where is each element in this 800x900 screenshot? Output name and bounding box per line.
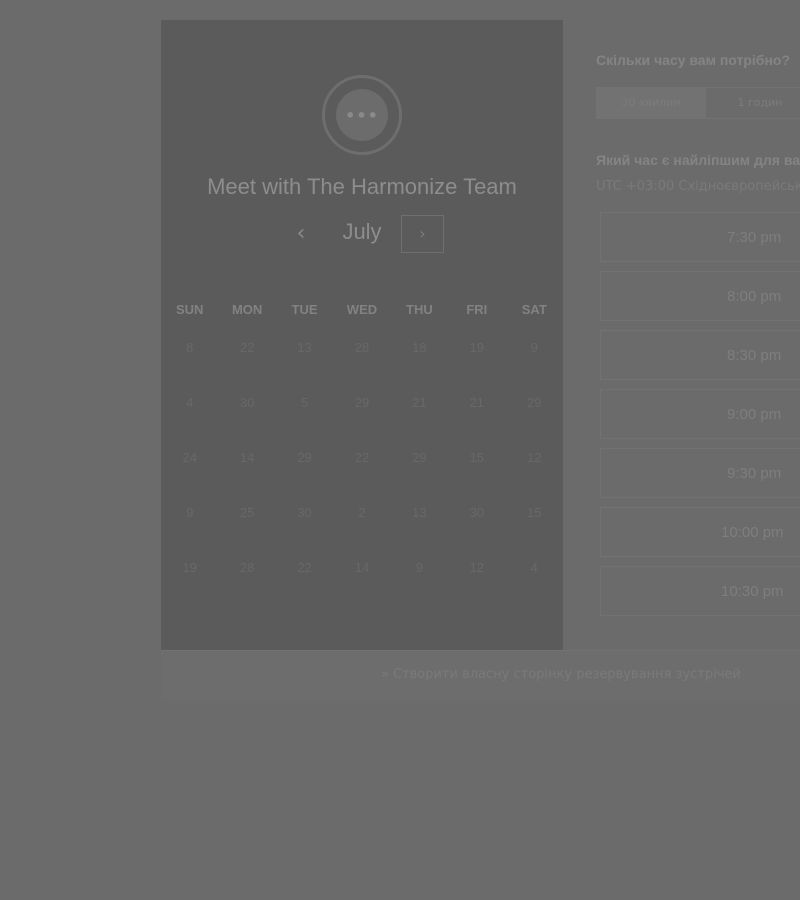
calendar-week: 9 25 30 2 13 30 15 bbox=[161, 485, 563, 540]
calendar-day: 5 bbox=[300, 395, 309, 410]
calendar-day: 25 bbox=[239, 505, 255, 520]
double-chevron-icon: » bbox=[381, 667, 389, 682]
time-slot-label: 9:00 pm bbox=[727, 406, 782, 423]
calendar-day: 21 bbox=[412, 395, 427, 410]
calendar-day: 4 bbox=[530, 560, 538, 575]
weekday-label: THU bbox=[406, 302, 433, 317]
calendar-day: 30 bbox=[297, 505, 312, 520]
time-slot-list: 7:30 pm 8:00 pm 8:30 pm 9:00 pm 9:30 pm … bbox=[600, 212, 800, 625]
calendar-grid: 8 22 13 28 18 19 9 4 30 5 29 21 21 29 24… bbox=[161, 320, 563, 595]
duration-selector: 30 хвилин 1 годин bbox=[596, 87, 800, 119]
calendar-week: 19 28 22 14 9 12 4 bbox=[161, 540, 563, 595]
calendar-day: 13 bbox=[297, 340, 312, 355]
footer-link-label: Створити власну сторінку резервування зу… bbox=[392, 667, 741, 682]
weekday-label: WED bbox=[346, 302, 378, 317]
calendar-day: 9 bbox=[415, 560, 424, 575]
calendar-panel: ••• Meet with The Harmonize Team ‹ July … bbox=[161, 20, 563, 650]
time-slot-button[interactable]: 10:00 pm bbox=[600, 507, 800, 557]
next-month-button[interactable]: › bbox=[401, 215, 444, 253]
calendar-day: 29 bbox=[297, 450, 312, 465]
calendar-day: 29 bbox=[412, 450, 427, 465]
page-title: Meet with The Harmonize Team bbox=[207, 174, 517, 199]
calendar-day: 21 bbox=[469, 395, 485, 410]
weekday-label: SAT bbox=[521, 302, 547, 317]
month-label: July bbox=[342, 219, 382, 244]
calendar-week: 8 22 13 28 18 19 9 bbox=[161, 320, 563, 375]
calendar-day: 15 bbox=[527, 505, 542, 520]
time-slot-button[interactable]: 9:30 pm bbox=[600, 448, 800, 498]
calendar-day: 28 bbox=[354, 340, 370, 355]
create-booking-page-link[interactable]: » Створити власну сторінку резервування з… bbox=[381, 667, 741, 682]
time-slot-button[interactable]: 9:00 pm bbox=[600, 389, 800, 439]
calendar-day: 30 bbox=[239, 395, 255, 410]
chat-bubble-icon: ••• bbox=[322, 75, 402, 155]
duration-option-30-min[interactable]: 30 хвилин bbox=[597, 88, 706, 118]
time-slot-label: 8:00 pm bbox=[727, 288, 782, 305]
calendar-day: 2 bbox=[358, 505, 366, 520]
calendar-day: 13 bbox=[412, 505, 427, 520]
time-slot-label: 7:30 pm bbox=[727, 229, 782, 246]
month-navigator: ‹ July › bbox=[161, 215, 563, 255]
calendar-day: 14 bbox=[239, 450, 255, 465]
scheduling-panel: Скільки часу вам потрібно? 30 хвилин 1 г… bbox=[563, 20, 800, 650]
calendar-day: 9 bbox=[186, 505, 194, 520]
time-slot-label: 9:30 pm bbox=[727, 465, 782, 482]
calendar-day: 8 bbox=[186, 340, 194, 355]
time-slot-label: 10:30 pm bbox=[721, 583, 784, 600]
calendar-day: 28 bbox=[239, 560, 255, 575]
calendar-day: 15 bbox=[469, 450, 485, 465]
calendar-day: 19 bbox=[469, 340, 485, 355]
calendar-day: 18 bbox=[412, 340, 427, 355]
calendar-day: 22 bbox=[297, 560, 312, 575]
prev-month-button[interactable]: ‹ bbox=[289, 221, 313, 249]
time-slot-button[interactable]: 8:30 pm bbox=[600, 330, 800, 380]
time-slot-button[interactable]: 10:30 pm bbox=[600, 566, 800, 616]
timezone-label[interactable]: UTC +03:00 Східноєвропейський час bbox=[596, 179, 800, 194]
time-question: Який час є найліпшим для вас? bbox=[596, 152, 800, 168]
footer-bar: » Створити власну сторінку резервування з… bbox=[161, 650, 800, 701]
time-slot-button[interactable]: 7:30 pm bbox=[600, 212, 800, 262]
weekday-label: TUE bbox=[291, 302, 318, 317]
weekday-label: MON bbox=[231, 302, 263, 317]
weekday-label: FRI bbox=[466, 302, 488, 317]
calendar-day: 14 bbox=[354, 560, 370, 575]
calendar-day: 12 bbox=[527, 450, 542, 465]
calendar-day: 29 bbox=[527, 395, 542, 410]
duration-question: Скільки часу вам потрібно? bbox=[596, 52, 791, 68]
calendar-day: 30 bbox=[469, 505, 485, 520]
calendar-day: 4 bbox=[186, 395, 194, 410]
calendar-day: 22 bbox=[354, 450, 370, 465]
time-slot-button[interactable]: 8:00 pm bbox=[600, 271, 800, 321]
calendar-day: 22 bbox=[239, 340, 255, 355]
calendar-day: 9 bbox=[530, 340, 538, 355]
calendar-day: 29 bbox=[354, 395, 370, 410]
time-slot-label: 8:30 pm bbox=[727, 347, 782, 364]
calendar-week: 24 14 29 22 29 15 12 bbox=[161, 430, 563, 485]
calendar-day: 12 bbox=[469, 560, 485, 575]
calendar-day: 24 bbox=[182, 450, 197, 465]
calendar-day: 19 bbox=[182, 560, 197, 575]
weekday-header: SUN MON TUE WED THU FRI SAT bbox=[161, 302, 563, 317]
duration-option-1-hour[interactable]: 1 годин bbox=[706, 88, 800, 118]
weekday-label: SUN bbox=[175, 302, 204, 317]
calendar-week: 4 30 5 29 21 21 29 bbox=[161, 375, 563, 430]
time-slot-label: 10:00 pm bbox=[721, 524, 784, 541]
logo-badge: ••• bbox=[336, 89, 388, 141]
